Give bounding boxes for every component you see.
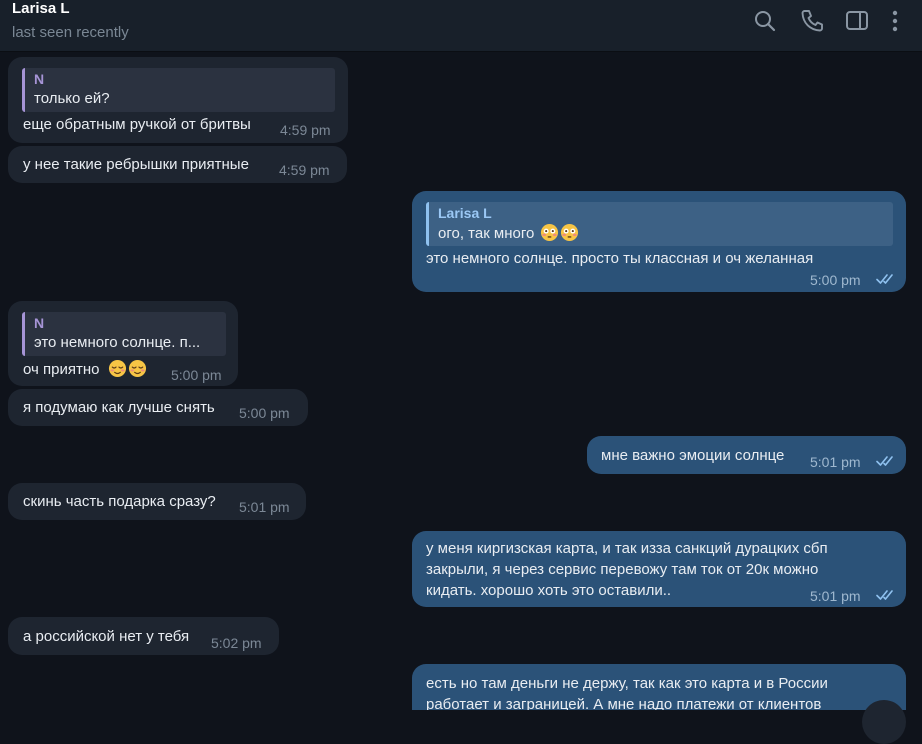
message-time: 5:01 pm xyxy=(239,499,290,515)
scroll-to-bottom-button[interactable] xyxy=(862,700,906,744)
message-bubble-incoming[interactable]: N это немного солнце. п... оч приятно 5:… xyxy=(8,301,238,386)
chat-header: Larisa L last seen recently xyxy=(0,0,922,52)
message-text: мне важно эмоции солнце xyxy=(601,447,785,464)
more-vertical-icon[interactable] xyxy=(882,8,908,34)
reply-quote[interactable]: Larisa L ого, так много xyxy=(426,202,893,246)
message-time: 5:00 pm xyxy=(239,405,290,421)
message-bubble-incoming[interactable]: я подумаю как лучше снять 5:00 pm xyxy=(8,389,308,426)
message-time: 5:02 pm xyxy=(211,635,262,651)
message-text: я подумаю как лучше снять xyxy=(23,399,215,416)
message-text-line: есть но там деньги не держу, так как это… xyxy=(426,675,828,692)
reply-quote[interactable]: N только ей? xyxy=(22,68,335,112)
search-icon[interactable] xyxy=(752,8,778,34)
message-bubble-outgoing[interactable]: есть но там деньги не держу, так как это… xyxy=(412,664,906,710)
message-text-line: кидать. хорошо хоть это оставили.. xyxy=(426,582,672,599)
message-bubble-incoming[interactable]: у нее такие ребрышки приятные 4:59 pm xyxy=(8,146,347,183)
relieved-face-emoji xyxy=(128,359,146,378)
message-bubble-incoming[interactable]: N только ей? еще обратным ручкой от брит… xyxy=(8,57,348,143)
message-time: 5:00 pm xyxy=(810,272,861,288)
reply-quote[interactable]: N это немного солнце. п... xyxy=(22,312,226,356)
message-time: 5:01 pm xyxy=(810,588,861,604)
message-text: скинь часть подарка сразу? xyxy=(23,493,216,510)
contact-name[interactable]: Larisa L xyxy=(12,0,70,17)
message-text-line: у меня киргизская карта, и так изза санк… xyxy=(426,540,828,557)
message-text: а российской нет у тебя xyxy=(23,628,190,645)
reply-text: только ей? xyxy=(34,90,110,107)
read-double-check-icon xyxy=(876,590,893,600)
message-list[interactable]: N только ей? еще обратным ручкой от брит… xyxy=(0,52,922,710)
message-bubble-incoming[interactable]: а российской нет у тебя 5:02 pm xyxy=(8,617,279,655)
reply-text: ого, так много xyxy=(438,223,885,244)
message-time: 5:01 pm xyxy=(810,454,861,470)
flushed-face-emoji xyxy=(560,223,578,242)
message-text: у нее такие ребрышки приятные xyxy=(23,156,249,173)
reply-text: это немного солнце. п... xyxy=(34,334,201,351)
message-bubble-incoming[interactable]: скинь часть подарка сразу? 5:01 pm xyxy=(8,483,306,520)
phone-icon[interactable] xyxy=(799,8,825,34)
message-text: еще обратным ручкой от бритвы xyxy=(23,116,251,133)
message-bubble-outgoing[interactable]: мне важно эмоции солнце 5:01 pm xyxy=(587,436,906,474)
message-text: оч приятно xyxy=(23,359,147,380)
reply-author: Larisa L xyxy=(438,205,492,221)
relieved-face-emoji xyxy=(108,359,126,378)
message-text-line: закрыли, я через сервис перевожу там ток… xyxy=(426,561,819,578)
reply-author: N xyxy=(34,315,45,331)
flushed-face-emoji xyxy=(540,223,558,242)
message-text: это немного солнце. просто ты классная и… xyxy=(426,250,814,267)
message-time: 4:59 pm xyxy=(279,162,330,178)
sidebar-toggle-icon[interactable] xyxy=(844,8,870,34)
message-text-line: работает и заграницей. А мне надо платеж… xyxy=(426,696,822,710)
message-time: 5:00 pm xyxy=(171,367,222,383)
reply-author: N xyxy=(34,71,45,87)
read-double-check-icon xyxy=(876,274,893,284)
message-bubble-outgoing[interactable]: у меня киргизская карта, и так изза санк… xyxy=(412,531,906,607)
read-double-check-icon xyxy=(876,456,893,466)
contact-status: last seen recently xyxy=(12,24,129,41)
message-bubble-outgoing[interactable]: Larisa L ого, так много это немного солн… xyxy=(412,191,906,292)
message-time: 4:59 pm xyxy=(280,122,331,138)
